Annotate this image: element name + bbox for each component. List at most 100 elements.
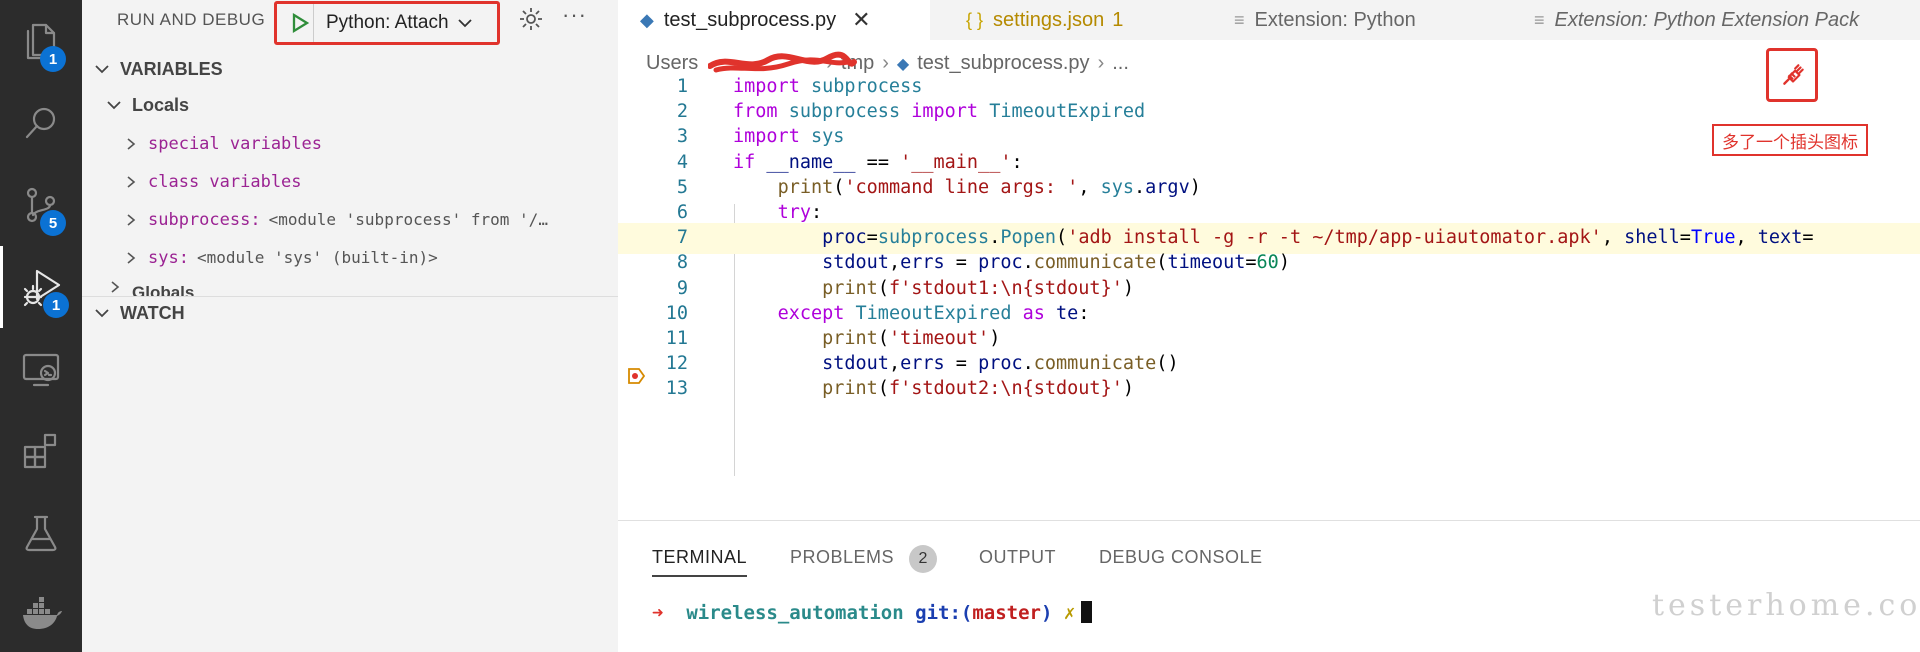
tab-settings-json[interactable]: { } settings.json 1 <box>936 0 1208 40</box>
line-number[interactable]: 4 <box>618 152 688 173</box>
search-icon <box>25 107 56 139</box>
activity-docker[interactable] <box>0 574 82 652</box>
chevron-down-icon <box>95 65 109 74</box>
line-number[interactable]: 3 <box>618 126 688 147</box>
watch-section-header[interactable]: WATCH <box>82 298 618 328</box>
panel-tab-problems[interactable]: PROBLEMS <box>790 547 894 568</box>
annotation-label: 多了一个插头图标 <box>1712 124 1868 156</box>
disconnect-button[interactable] <box>1766 48 1818 102</box>
terminal-branch: master <box>972 602 1041 624</box>
tab-label: settings.json <box>993 8 1105 31</box>
code-text: import subprocess <box>733 76 923 97</box>
terminal-git-label: git:( <box>915 602 973 624</box>
debug-config-select[interactable]: Python: Attach <box>313 4 495 42</box>
chevron-down-icon <box>95 309 109 318</box>
prompt-arrow: ➜ <box>652 602 664 624</box>
terminal-dir: wireless_automation <box>686 602 904 624</box>
terminal-git-close: ) <box>1040 602 1053 624</box>
chevron-right-icon <box>127 213 136 226</box>
tab-bar: ◆ test_subprocess.py ✕ { } settings.json… <box>618 0 1920 40</box>
chevron-right-icon <box>127 251 136 264</box>
variable-name: subprocess: <box>148 209 261 230</box>
locals-label: Locals <box>132 94 190 115</box>
line-number[interactable]: 8 <box>618 252 688 273</box>
variable-row[interactable]: sys: <module 'sys' (built-in)> <box>82 242 618 273</box>
variable-value: <module 'subprocess' from '/… <box>268 210 548 229</box>
play-icon <box>292 12 310 34</box>
tab-label: Extension: Python Extension Pack <box>1554 8 1860 31</box>
activity-bar: 1 5 1 <box>0 0 82 652</box>
vscode-window: 1 5 1 RUN AND DEBUG Python: Attach ··· V… <box>0 0 1920 652</box>
activity-remote-explorer[interactable] <box>0 328 82 410</box>
sidebar-header: RUN AND DEBUG Python: Attach ··· <box>82 0 618 45</box>
python-icon: ◆ <box>896 55 910 73</box>
tab-extension-python[interactable]: ≡ Extension: Python <box>1214 0 1510 40</box>
run-debug-badge: 1 <box>43 292 69 318</box>
chevron-down-icon <box>457 19 472 28</box>
activity-explorer[interactable]: 1 <box>0 0 82 82</box>
line-number[interactable]: 1 <box>618 76 688 97</box>
editor-area: ◆ test_subprocess.py ✕ { } settings.json… <box>618 0 1920 520</box>
line-number[interactable]: 7 <box>618 227 688 248</box>
variables-section-header[interactable]: VARIABLES <box>82 54 618 84</box>
locals-scope[interactable]: Locals <box>82 90 618 120</box>
line-number[interactable]: 5 <box>618 177 688 198</box>
code-text: if __name__ == '__main__': <box>733 151 1023 173</box>
line-number[interactable]: 9 <box>618 278 688 299</box>
gear-icon <box>520 8 542 30</box>
variable-name: class variables <box>148 171 302 192</box>
line-number[interactable]: 11 <box>618 328 688 349</box>
chevron-right-icon <box>127 175 136 188</box>
line-number[interactable]: 12 <box>618 353 688 374</box>
debug-config-label: Python: Attach <box>326 12 449 33</box>
code-text: stdout,errs = proc.communicate(timeout=6… <box>822 252 1290 274</box>
globals-scope[interactable]: Globals <box>82 280 618 296</box>
code-text: import sys <box>733 126 845 148</box>
activity-source-control[interactable]: 5 <box>0 164 82 246</box>
code-text: stdout,errs = proc.communicate() <box>822 353 1179 375</box>
start-debugging-button[interactable] <box>289 12 311 34</box>
tab-test-subprocess[interactable]: ◆ test_subprocess.py ✕ <box>618 0 930 40</box>
activity-search[interactable] <box>0 82 82 164</box>
preview-icon: ≡ <box>1234 9 1245 30</box>
variable-name: special variables <box>148 133 322 154</box>
panel-tab-debug-console[interactable]: DEBUG CONSOLE <box>1099 547 1263 568</box>
line-number[interactable]: 10 <box>618 303 688 324</box>
variable-row[interactable]: subprocess: <module 'subprocess' from '/… <box>82 204 618 235</box>
line-number[interactable]: 2 <box>618 101 688 122</box>
tab-extension-python-pack[interactable]: ≡ Extension: Python Extension Pack <box>1514 0 1920 40</box>
debug-config-box: Python: Attach <box>274 1 500 45</box>
variable-row[interactable]: class variables <box>82 166 618 197</box>
problems-count-badge: 2 <box>909 545 937 573</box>
code-line[interactable]: 13 print(f'stdout2:\n{stdout}') <box>618 374 1920 405</box>
remote-explorer-icon <box>22 353 60 387</box>
variables-header-label: VARIABLES <box>120 58 223 79</box>
activity-testing[interactable] <box>0 492 82 574</box>
variable-row[interactable]: special variables <box>82 128 618 159</box>
panel-tab-terminal[interactable]: TERMINAL <box>652 547 748 577</box>
tab-label: Extension: Python <box>1254 8 1416 31</box>
activity-extensions[interactable] <box>0 410 82 492</box>
disconnect-plug-icon <box>1783 64 1804 85</box>
section-divider <box>82 296 618 297</box>
open-launch-json-button[interactable] <box>518 6 544 32</box>
watch-header-label: WATCH <box>120 302 185 323</box>
close-icon[interactable]: ✕ <box>852 7 870 33</box>
more-actions-button[interactable]: ··· <box>562 2 587 28</box>
tab-label: test_subprocess.py <box>663 8 837 31</box>
code-text: print(f'stdout2:\n{stdout}') <box>822 378 1134 400</box>
sidebar: RUN AND DEBUG Python: Attach ··· VARIABL… <box>82 0 618 652</box>
variable-value: <module 'sys' (built-in)> <box>196 248 438 267</box>
globals-label: Globals <box>132 283 195 296</box>
line-number[interactable]: 6 <box>618 202 688 223</box>
terminal-output[interactable]: ➜ wireless_automation git:(master) ✗ <box>652 601 1093 624</box>
testing-icon <box>25 515 57 552</box>
line-number[interactable]: 13 <box>618 378 688 399</box>
chevron-right-icon <box>111 281 120 293</box>
activity-run-debug[interactable]: 1 <box>0 246 82 328</box>
terminal-cursor <box>1081 601 1093 623</box>
code-text: proc=subprocess.Popen('adb install -g -r… <box>822 227 1814 249</box>
panel-tab-output[interactable]: OUTPUT <box>979 547 1056 568</box>
tab-problem-count: 1 <box>1112 8 1124 31</box>
terminal-dirty-mark: ✗ <box>1063 602 1076 624</box>
